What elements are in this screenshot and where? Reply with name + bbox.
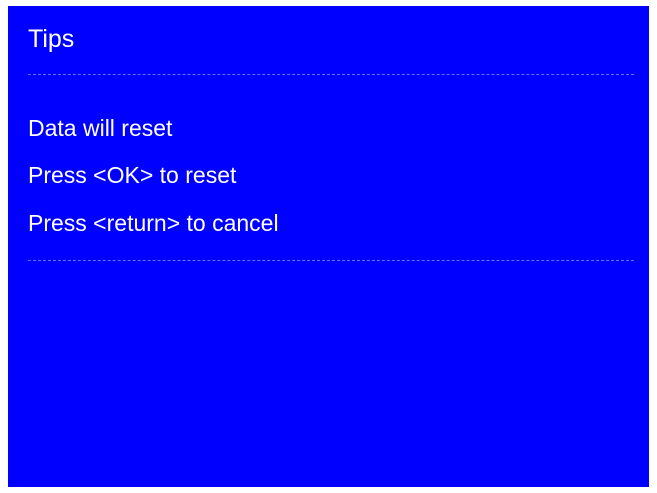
bottom-divider <box>28 260 634 261</box>
message-line-data-reset: Data will reset <box>28 115 173 141</box>
message-line-press-return: Press <return> to cancel <box>28 210 279 236</box>
message-line-press-ok: Press <OK> to reset <box>28 162 237 188</box>
tips-screen: Tips Data will reset Press <OK> to reset… <box>8 6 649 487</box>
dialog-title: Tips <box>28 25 75 53</box>
top-divider <box>28 74 634 75</box>
